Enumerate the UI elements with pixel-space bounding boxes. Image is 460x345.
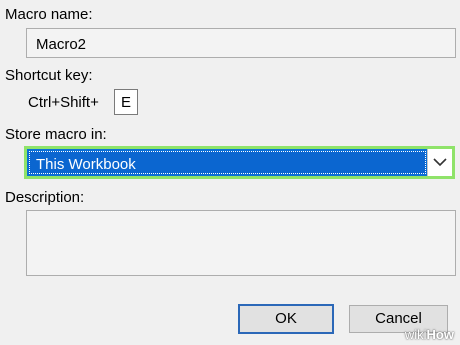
macro-name-label: Macro name: [5,6,93,24]
macro-name-value: Macro2 [36,36,87,53]
shortcut-key-label-text: Shortcut key: [5,67,93,84]
wikihow-watermark: wikiHow [405,327,454,343]
shortcut-key-label: Shortcut key: [5,67,93,85]
macro-name-label-text: Macro name: [5,6,93,23]
chevron-down-icon [433,158,447,167]
ok-button-label: OK [275,310,297,327]
macro-name-input[interactable]: Macro2 [26,28,456,58]
shortcut-key-input[interactable]: E [114,89,138,115]
store-macro-selected-option[interactable]: This Workbook [29,151,426,174]
watermark-prefix: wiki [404,327,427,342]
description-label-text: Description: [5,189,85,206]
store-macro-label: Store macro in: [5,126,107,144]
store-macro-label-text: Store macro in: [5,126,107,143]
watermark-suffix: How [426,327,454,342]
ok-button[interactable]: OK [238,304,334,334]
store-macro-value: This Workbook [36,156,136,173]
shortcut-prefix: Ctrl+Shift+ [28,94,99,111]
store-macro-select[interactable]: This Workbook [24,146,455,179]
cancel-button-label: Cancel [375,310,422,327]
description-textarea[interactable] [26,210,456,276]
description-label: Description: [5,189,84,207]
dropdown-button[interactable] [427,149,452,176]
shortcut-key-value: E [121,94,132,111]
